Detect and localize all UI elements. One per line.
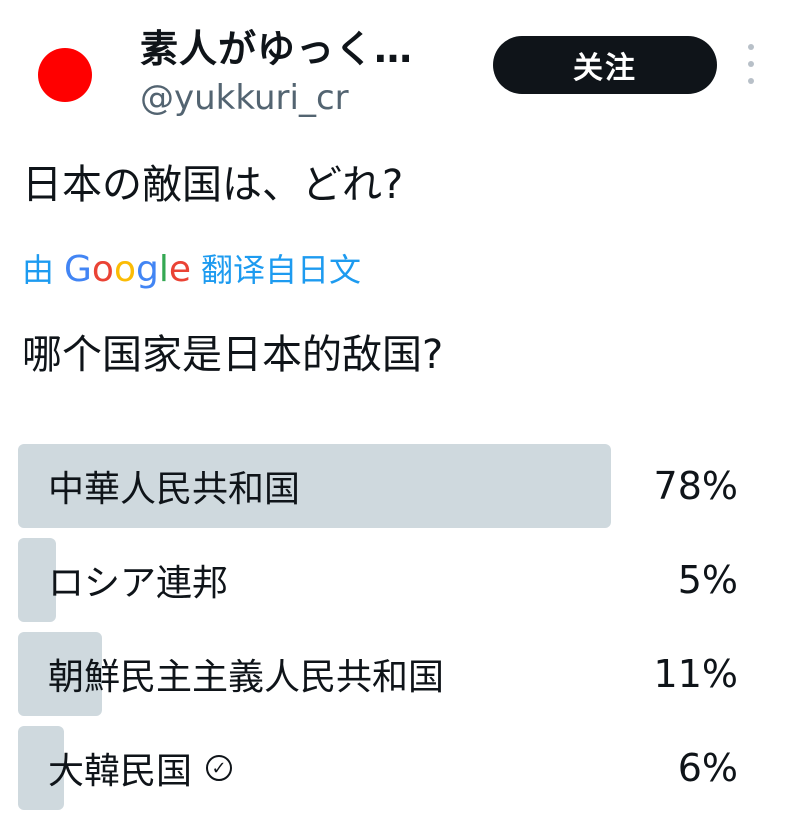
poll-option-label: ロシア連邦 <box>48 563 229 604</box>
translate-prefix: 由 <box>22 251 55 289</box>
translate-suffix: 翻译自日文 <box>201 251 362 289</box>
poll-option-label: 朝鮮民主主義人民共和国 <box>48 657 445 698</box>
poll-option: ロシア連邦 5% <box>18 538 778 622</box>
poll-option: 大韓民国 ✓ 6% <box>18 726 778 810</box>
display-name[interactable]: 素人がゆっく… <box>140 18 413 73</box>
poll-option-percent: 6% <box>677 746 738 790</box>
poll-option-label: 大韓民国 <box>48 751 193 792</box>
check-circle-icon: ✓ <box>206 755 233 781</box>
poll-option-label: 中華人民共和国 <box>48 469 301 510</box>
poll-option: 中華人民共和国 78% <box>18 444 778 528</box>
avatar[interactable] <box>38 48 92 102</box>
follow-button[interactable]: 关注 <box>493 36 717 94</box>
user-handle[interactable]: @yukkuri_cr <box>140 78 349 118</box>
tweet-text: 日本の敵国は、どれ? <box>22 162 404 208</box>
poll-option-percent: 78% <box>653 464 738 508</box>
translated-text: 哪个国家是日本的敌国? <box>22 332 444 378</box>
google-logo: Google <box>64 249 192 290</box>
poll-option: 朝鮮民主主義人民共和国 11% <box>18 632 778 716</box>
more-options-icon[interactable] <box>744 44 758 84</box>
poll-option-percent: 5% <box>677 558 738 602</box>
translation-attribution[interactable]: 由 Google 翻译自日文 <box>22 245 361 291</box>
poll: 中華人民共和国 78% ロシア連邦 5% 朝鮮民主主義人民共和国 11% 大韓民… <box>18 444 778 820</box>
poll-option-percent: 11% <box>653 652 738 696</box>
